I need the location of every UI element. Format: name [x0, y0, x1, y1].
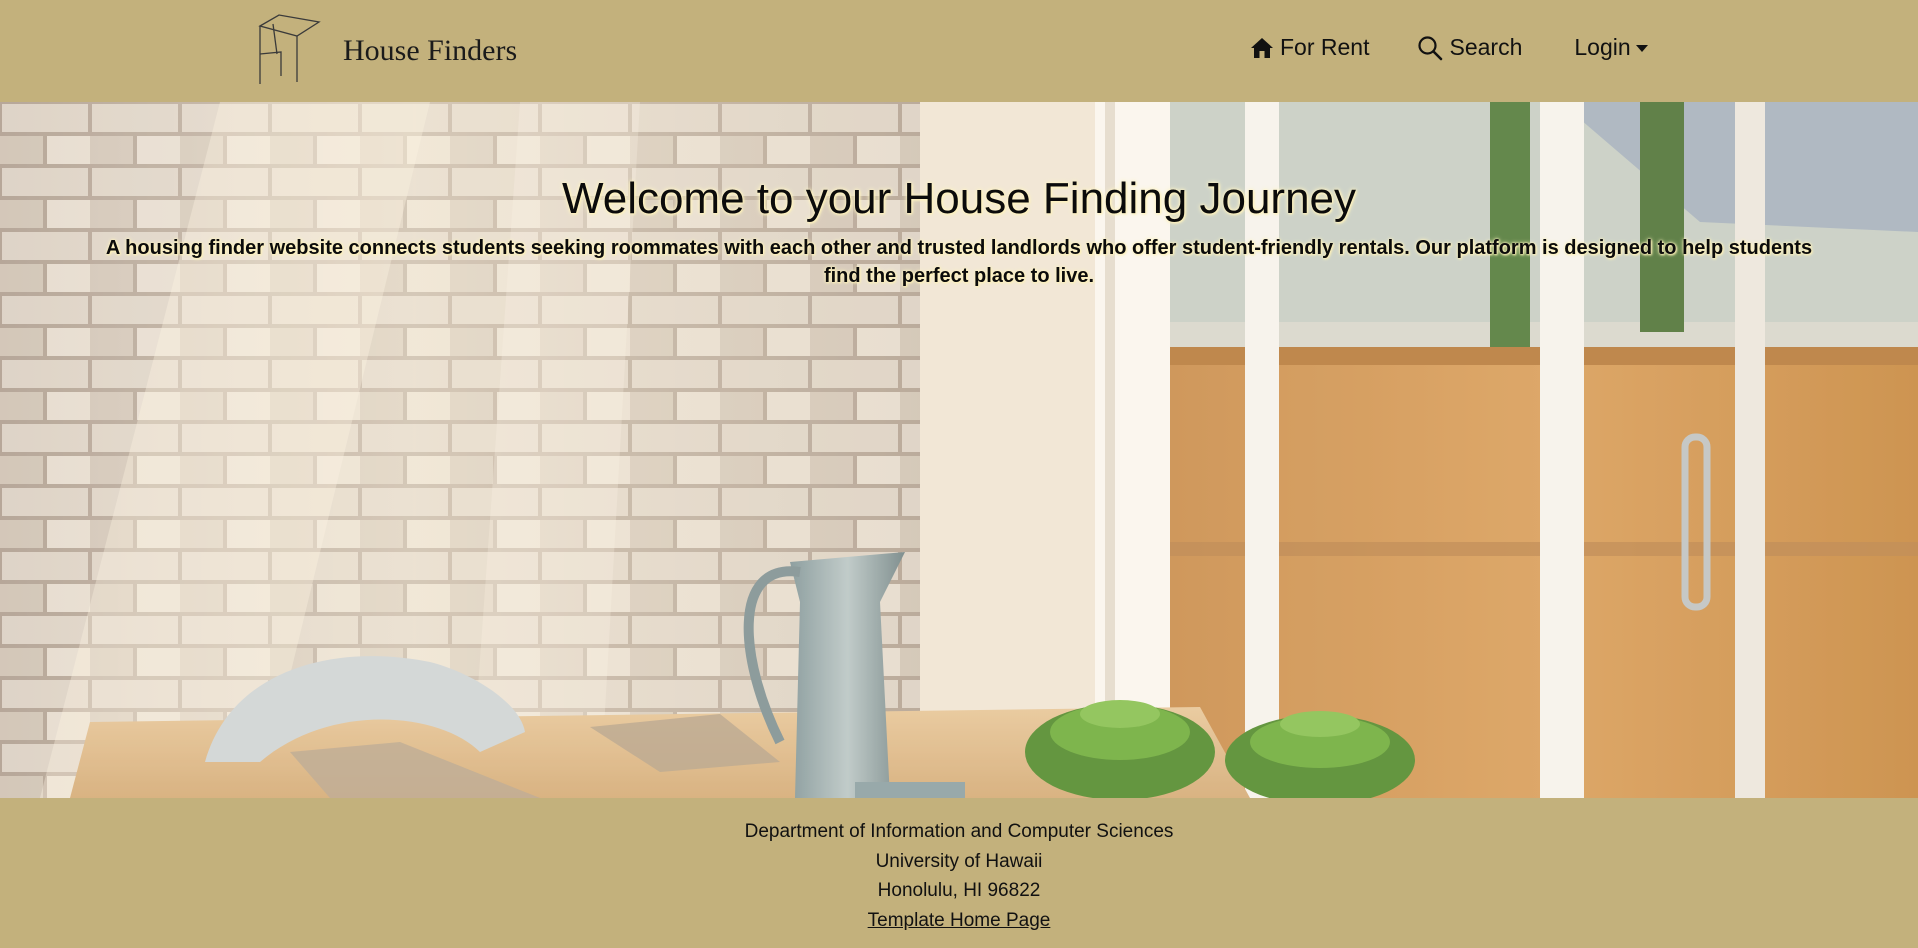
caret-down-icon — [1635, 45, 1648, 52]
hero-description: A housing finder website connects studen… — [105, 237, 1813, 287]
nav-login-label: Login — [1574, 34, 1631, 60]
hero: Welcome to your House Finding Journey A … — [0, 102, 1918, 798]
nav-for-rent-label: For Rent — [1280, 34, 1370, 60]
template-home-link[interactable]: Template Home Page — [868, 910, 1051, 931]
nav-search[interactable]: Search — [1417, 34, 1522, 61]
home-icon — [1251, 37, 1273, 58]
navbar: House Finders For Rent Search Login — [0, 0, 1918, 102]
footer-city: Honolulu, HI 96822 — [877, 880, 1041, 901]
search-icon — [1418, 35, 1443, 60]
footer-university: University of Hawaii — [875, 850, 1043, 872]
hero-title: Welcome to your House Finding Journey — [561, 174, 1357, 223]
nav-for-rent[interactable]: For Rent — [1250, 34, 1369, 61]
footer-address: Department of Information and Computer S… — [0, 798, 1918, 935]
footer: Department of Information and Computer S… — [0, 798, 1918, 948]
nav-search-label: Search — [1449, 34, 1523, 60]
brand[interactable]: House Finders — [257, 14, 517, 86]
house-outline-logo-icon — [258, 14, 321, 84]
footer-department: Department of Information and Computer S… — [744, 821, 1174, 842]
brand-name: House Finders — [343, 34, 518, 67]
nav-login-dropdown[interactable]: Login — [1574, 34, 1648, 61]
nav-links: For Rent Search Login — [1250, 34, 1648, 61]
